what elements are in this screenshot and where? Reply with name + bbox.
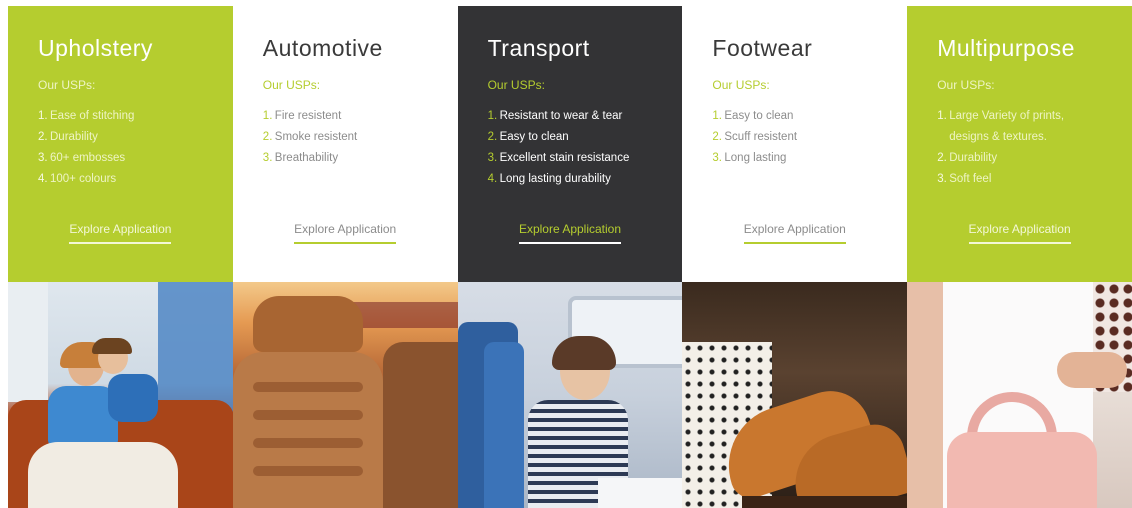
list-item: 1. Easy to clean xyxy=(712,110,794,122)
card-transport: Transport Our USPs: 1. Resistant to wear … xyxy=(457,6,683,508)
card-upholstery: Upholstery Our USPs: 1. Ease of stitching… xyxy=(8,6,233,508)
card-panel: Transport Our USPs: 1. Resistant to wear … xyxy=(457,6,683,282)
explore-application-link[interactable]: Explore Application xyxy=(743,222,846,244)
explore-application-link[interactable]: Explore Application xyxy=(294,222,397,244)
card-panel: Multipurpose Our USPs: 1. Large Variety o… xyxy=(907,6,1132,282)
usps-label: Our USPs: xyxy=(937,78,995,92)
usps-label: Our USPs: xyxy=(487,78,545,92)
list-item: 2. Durability xyxy=(38,131,98,143)
list-item: 3. Excellent stain resistance xyxy=(487,152,630,164)
list-item: 3. Soft feel xyxy=(937,173,992,185)
card-panel: Upholstery Our USPs: 1. Ease of stitching… xyxy=(8,6,233,282)
leather-shoes-photo xyxy=(682,282,908,508)
card-panel: Footwear Our USPs: 1. Easy to clean 2. Scu… xyxy=(682,6,908,282)
usps-label: Our USPs: xyxy=(262,78,321,92)
usp-list: 1. Fire resistent 2. Smoke resistent 3. Bre… xyxy=(263,106,428,169)
usp-list: 1. Resistant to wear & tear 2. Easy to cle… xyxy=(488,106,653,190)
explore-application-link[interactable]: Explore Application xyxy=(69,222,172,244)
list-item: 1. Large Variety of prints, designs & tex… xyxy=(937,110,1065,143)
list-item: 2. Scuff resistent xyxy=(712,131,798,143)
list-item: 3. Breathability xyxy=(262,152,339,164)
usp-list: 1. Ease of stitching 2. Durability 3. 60+ e… xyxy=(38,106,203,190)
card-multipurpose: Multipurpose Our USPs: 1. Large Variety o… xyxy=(907,6,1132,508)
list-item: 4. 100+ colours xyxy=(38,173,117,185)
card-title: Automotive xyxy=(262,35,383,61)
card-title: Footwear xyxy=(712,35,813,61)
card-panel: Automotive Our USPs: 1. Fire resistent 2.… xyxy=(232,6,458,282)
list-item: 4. Long lasting durability xyxy=(487,173,611,185)
list-item: 3. 60+ embosses xyxy=(38,152,126,164)
usp-list: 1. Large Variety of prints, designs & tex… xyxy=(937,106,1102,190)
train-passenger-photo xyxy=(457,282,683,508)
card-title: Transport xyxy=(487,35,590,61)
card-automotive: Automotive Our USPs: 1. Fire resistent 2.… xyxy=(232,6,458,508)
usps-label: Our USPs: xyxy=(712,78,770,92)
explore-application-link[interactable]: Explore Application xyxy=(968,222,1071,244)
list-item: 2. Easy to clean xyxy=(487,131,569,143)
card-footwear: Footwear Our USPs: 1. Easy to clean 2. Scu… xyxy=(682,6,908,508)
handbag-photo xyxy=(907,282,1132,508)
list-item: 1. Resistant to wear & tear xyxy=(487,110,623,122)
list-item: 3. Long lasting xyxy=(712,152,787,164)
list-item: 1. Ease of stitching xyxy=(38,110,135,122)
usps-label: Our USPs: xyxy=(38,78,96,92)
list-item: 2. Smoke resistent xyxy=(262,131,358,143)
list-item: 2. Durability xyxy=(937,152,998,164)
card-title: Multipurpose xyxy=(937,35,1075,61)
family-on-sofa-photo xyxy=(8,282,233,508)
usp-list: 1. Easy to clean 2. Scuff resistent 3. Long… xyxy=(712,106,877,169)
car-seat-photo xyxy=(232,282,458,508)
list-item: 1. Fire resistent xyxy=(262,110,342,122)
card-title: Upholstery xyxy=(38,35,153,61)
application-grid: Upholstery Our USPs: 1. Ease of stitching… xyxy=(8,6,1132,508)
explore-application-link[interactable]: Explore Application xyxy=(518,222,622,244)
